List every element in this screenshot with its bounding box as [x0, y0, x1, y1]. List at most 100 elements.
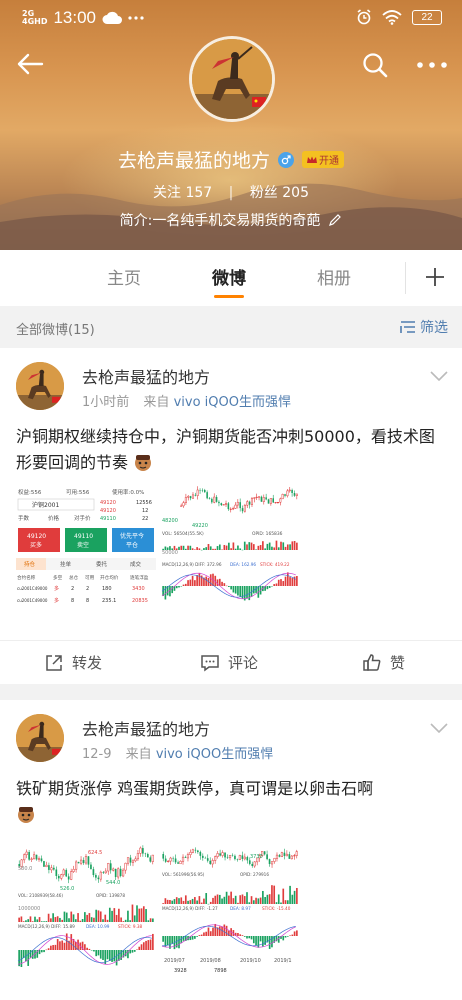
post-from-label: 来自 [143, 395, 170, 410]
tp-b1: 49120 [100, 500, 116, 506]
volume-bar [113, 908, 116, 922]
p2b-bottom-b: 7898 [214, 968, 227, 974]
macd-bar [252, 936, 255, 944]
comment-button[interactable]: 评论 [200, 652, 258, 673]
macd-bar [45, 949, 48, 951]
volume-bar [131, 904, 134, 922]
macd-bar [142, 942, 145, 950]
post-source-link[interactable]: vivo iQOO生而强悍 [156, 747, 273, 762]
macd-bar [198, 935, 201, 936]
post-image-trading-panel[interactable]: 权益:556 可用:556 使用率:0.0% 沪铜2001 49120 1255… [16, 486, 156, 626]
volume-bar [293, 540, 296, 550]
candle-body [119, 868, 122, 877]
candle-body [62, 869, 65, 875]
volume-bar [196, 547, 198, 550]
status-bar: 2G 4GHD 13:00 22 [0, 0, 462, 36]
macd-bar [212, 927, 214, 936]
macd-bar [93, 950, 95, 952]
tp-cell: 3430 [132, 586, 145, 592]
volume-bar [284, 546, 287, 550]
macd-bar [257, 936, 260, 948]
volume-bar [70, 911, 73, 922]
candle-body [232, 508, 235, 510]
candle-body [57, 876, 60, 879]
followers-link[interactable]: 粉丝 205 [250, 185, 309, 201]
post-image-candle-chart[interactable]: 48200 49220 VOL: 56504(55.5K) OPID: 1658… [160, 486, 300, 626]
volume-bar [182, 900, 185, 904]
tab-home[interactable]: 主页 [107, 264, 141, 289]
post-meta: 12-9 来自 vivo iQOO生而强悍 [82, 743, 273, 762]
candle-body [231, 855, 234, 856]
repost-button[interactable]: 转发 [44, 652, 102, 673]
candle-body [213, 496, 216, 503]
volume-bar [212, 548, 214, 550]
p1-macd: MACD(12,26,9) DIFF: 372.96 [162, 562, 222, 567]
post-author-name[interactable]: 去枪声最猛的地方 [82, 364, 210, 388]
profile-avatar[interactable] [189, 36, 275, 122]
candle-body [260, 496, 263, 502]
search-button[interactable] [360, 50, 390, 80]
post-menu-button[interactable] [430, 366, 448, 385]
add-tab-button[interactable] [420, 262, 450, 292]
post-menu-button[interactable] [430, 718, 448, 737]
volume-bar [45, 921, 48, 922]
vip-open-badge[interactable]: 开通 [302, 151, 344, 168]
post-author-name[interactable]: 去枪声最猛的地方 [82, 716, 210, 740]
post-card: 去枪声最猛的地方 1小时前 来自 vivo iQOO生而强悍 沪铜期权继续持仓中… [0, 348, 462, 684]
candle-body [241, 508, 244, 512]
volume-bar [280, 902, 282, 904]
post-image-iron-ore-chart[interactable]: 624.5 580.0 544.0 526.0 VOL: 2108939(58.… [16, 838, 156, 978]
volume-bar [218, 894, 221, 904]
post-text: 铁矿期货涨停 鸡蛋期货跌停，真可谓是以卵击石啊 [16, 776, 450, 828]
volume-bar [166, 899, 169, 904]
volume-bar [50, 918, 52, 922]
profile-bio-row[interactable]: 简介:一名纯手机交易期货的奇葩 [0, 210, 462, 230]
more-button[interactable] [412, 50, 452, 80]
tab-weibo[interactable]: 微博 [212, 264, 246, 289]
candle-body [206, 492, 208, 499]
volume-bar [257, 545, 260, 550]
macd-bar [22, 950, 25, 958]
candle-body [129, 857, 132, 863]
candle-body [187, 495, 190, 498]
post-author-avatar[interactable] [16, 362, 64, 410]
volume-bar [175, 897, 178, 904]
candle-body [72, 868, 75, 872]
candle-body [276, 501, 279, 503]
stats-divider: | [228, 185, 234, 201]
volume-bar [262, 541, 264, 550]
volume-bar [189, 545, 192, 550]
candle-body [234, 855, 236, 860]
following-link[interactable]: 关注 157 [153, 185, 212, 201]
macd-bar [223, 924, 226, 936]
volume-bar [282, 542, 285, 550]
candle-chart-image: 48200 49220 VOL: 56504(55.5K) OPID: 1658… [160, 486, 300, 626]
tp-tab-positions: 持仓 [24, 560, 36, 568]
like-button[interactable]: 赞 [362, 652, 405, 673]
filter-button[interactable]: 筛选 [400, 317, 448, 337]
volume-bar [296, 887, 298, 904]
tab-album[interactable]: 相册 [317, 264, 351, 289]
macd-bar [282, 581, 285, 586]
volume-bar [232, 542, 235, 550]
tp-col-dir: 多空 [53, 574, 63, 581]
post-author-avatar[interactable] [16, 714, 64, 762]
macd-bar [250, 936, 253, 940]
tp-cell: cu2001C49000 [17, 598, 48, 603]
volume-bar [122, 921, 125, 922]
volume-bar [40, 921, 43, 922]
macd-bar [180, 936, 183, 944]
p1-dea: DEA: 162.96 [230, 562, 256, 567]
search-icon [363, 53, 388, 78]
back-button[interactable] [14, 48, 46, 80]
macd-bar [296, 576, 298, 586]
macd-bar [277, 936, 280, 943]
volume-bar [291, 894, 294, 904]
post-source-link[interactable]: vivo iQOO生而强悍 [174, 395, 291, 410]
volume-bar [198, 896, 201, 904]
post-image-egg-chart[interactable]: 3730 VOL: 561996(56.95) OPID: 279916 MAC… [160, 838, 300, 978]
volume-bar [18, 917, 20, 922]
macd-bar [171, 586, 174, 594]
macd-bar [111, 950, 113, 962]
volume-bar [47, 913, 50, 922]
